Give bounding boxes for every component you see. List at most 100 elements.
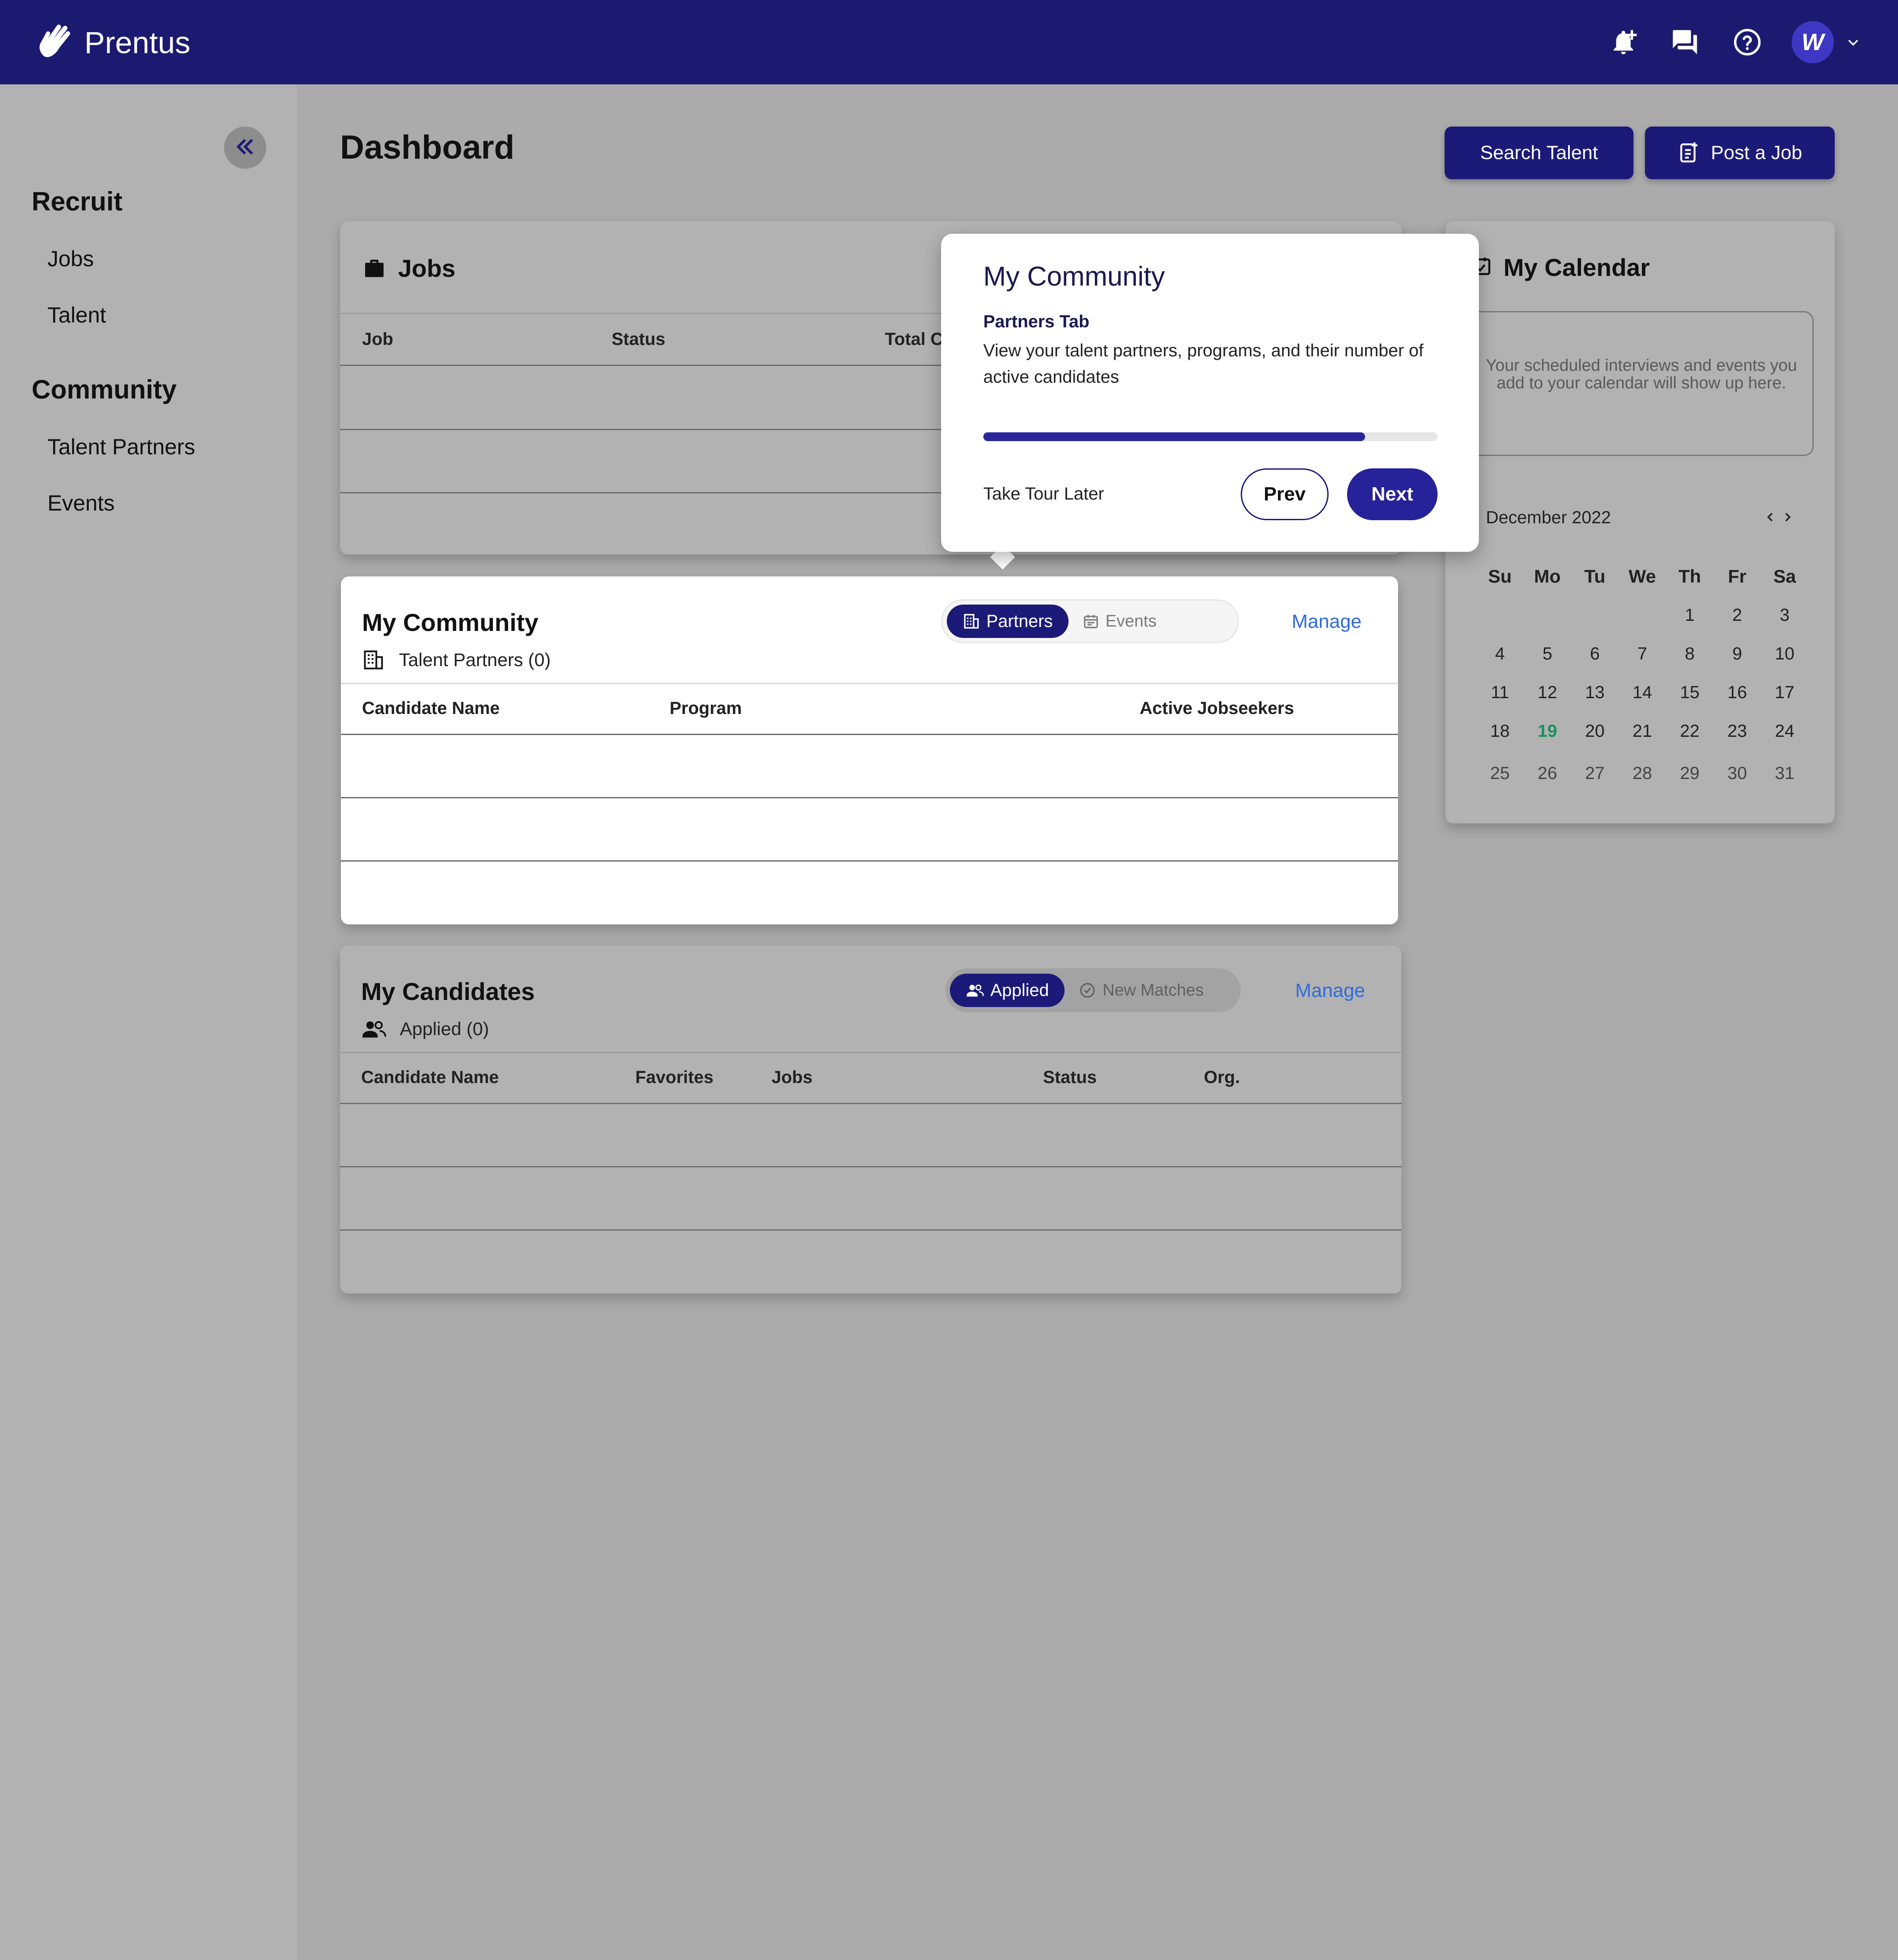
sidebar-item-events[interactable]: Events — [47, 490, 115, 516]
calendar-day[interactable]: 16 — [1713, 683, 1761, 703]
calendar-day[interactable]: 21 — [1619, 721, 1666, 741]
calendar-day[interactable]: 12 — [1524, 683, 1571, 703]
sidebar-item-talent[interactable]: Talent — [47, 302, 106, 328]
chevron-down-icon[interactable] — [1836, 21, 1871, 63]
calendar-day[interactable]: 14 — [1619, 683, 1666, 703]
page-title: Dashboard — [340, 129, 514, 166]
search-talent-label: Search Talent — [1480, 142, 1598, 163]
calendar-day-today[interactable]: 19 — [1524, 721, 1571, 741]
tour-progress-fill — [983, 432, 1365, 441]
help-icon[interactable] — [1728, 21, 1767, 63]
column-header-jobs: Jobs — [772, 1068, 813, 1087]
sidebar-item-jobs[interactable]: Jobs — [47, 246, 94, 272]
tab-applied[interactable]: Applied — [950, 974, 1065, 1007]
calendar-grid: Su Mo Tu We Th Fr Sa 1 2 3 4 5 6 7 8 9 1… — [1476, 557, 1810, 796]
calendar-week-row: 11 12 13 14 15 16 17 — [1476, 673, 1810, 712]
check-circle-icon — [1079, 982, 1096, 999]
calendar-day[interactable]: 2 — [1713, 605, 1761, 625]
divider — [340, 1052, 1402, 1053]
calendar-day[interactable]: 30 — [1713, 764, 1761, 783]
tab-partners-label: Partners — [986, 611, 1053, 631]
sidebar-section-recruit: Recruit — [32, 187, 123, 216]
calendar-day[interactable]: 10 — [1761, 644, 1808, 664]
calendar-day[interactable]: 5 — [1524, 644, 1571, 664]
calendar-month-label: December 2022 — [1486, 508, 1611, 527]
column-header-program: Program — [670, 699, 742, 718]
calendar-day[interactable]: 13 — [1571, 683, 1619, 703]
table-row — [340, 1103, 1402, 1104]
calendar-day[interactable]: 29 — [1666, 764, 1713, 783]
calendar-day[interactable]: 3 — [1761, 605, 1808, 625]
calendar-day[interactable]: 27 — [1571, 764, 1619, 783]
calendar-day[interactable]: 1 — [1666, 605, 1713, 625]
column-header-job: Job — [362, 330, 394, 349]
chevron-right-icon[interactable] — [1780, 510, 1795, 527]
post-job-button[interactable]: Post a Job — [1645, 127, 1835, 179]
calendar-day[interactable]: 20 — [1571, 721, 1619, 741]
take-tour-later-link[interactable]: Take Tour Later — [983, 484, 1104, 504]
tab-events[interactable]: Events — [1069, 605, 1170, 638]
calendar-day[interactable]: 17 — [1761, 683, 1808, 703]
calendar-day[interactable]: 22 — [1666, 721, 1713, 741]
sidebar-item-talent-partners[interactable]: Talent Partners — [47, 434, 195, 460]
applied-count: Applied (0) — [361, 1018, 489, 1040]
calendar-day[interactable]: 18 — [1476, 721, 1524, 741]
calendar-day[interactable]: 23 — [1713, 721, 1761, 741]
weekday-label: Fr — [1728, 566, 1746, 587]
building-icon — [963, 612, 980, 630]
tour-popover: My Community Partners Tab View your tale… — [941, 234, 1479, 552]
talent-partners-label: Talent Partners (0) — [399, 649, 551, 670]
tab-new-matches-label: New Matches — [1102, 981, 1204, 1000]
calendar-day[interactable]: 26 — [1524, 764, 1571, 783]
double-chevron-left-icon — [233, 135, 257, 161]
calendar-week-row: 18 19 20 21 22 23 24 — [1476, 712, 1810, 750]
jobs-card-title: Jobs — [398, 254, 456, 282]
brand-logo[interactable]: Prentus — [34, 21, 190, 64]
brand-name: Prentus — [84, 25, 191, 60]
avatar[interactable]: W — [1792, 21, 1834, 63]
column-header-total: Total C — [885, 330, 943, 349]
calendar-day[interactable]: 8 — [1666, 644, 1713, 664]
post-job-label: Post a Job — [1711, 142, 1802, 163]
next-button[interactable]: Next — [1347, 468, 1438, 520]
calendar-day[interactable]: 9 — [1713, 644, 1761, 664]
building-icon — [362, 649, 385, 671]
calendar-day[interactable]: 31 — [1761, 764, 1808, 783]
calendar-day[interactable]: 28 — [1619, 764, 1666, 783]
calendar-day[interactable]: 7 — [1619, 644, 1666, 664]
calendar-day[interactable]: 25 — [1476, 764, 1524, 783]
column-header-active-jobseekers: Active Jobseekers — [1140, 699, 1294, 718]
post-job-icon — [1677, 141, 1700, 164]
chat-icon[interactable] — [1665, 21, 1705, 63]
community-manage-link[interactable]: Manage — [1292, 611, 1362, 633]
tab-partners[interactable]: Partners — [947, 605, 1069, 638]
weekday-label: Tu — [1584, 566, 1606, 587]
tab-new-matches[interactable]: New Matches — [1065, 974, 1217, 1007]
tour-title: My Community — [983, 261, 1165, 292]
table-row — [340, 1166, 1402, 1167]
table-row — [341, 797, 1398, 798]
bell-plus-icon[interactable] — [1604, 21, 1643, 63]
community-card: My Community Talent Partners (0) Partner… — [341, 576, 1398, 924]
column-header-status: Status — [1043, 1068, 1097, 1087]
candidates-manage-link[interactable]: Manage — [1295, 980, 1365, 1002]
prev-button[interactable]: Prev — [1241, 468, 1329, 520]
search-talent-button[interactable]: Search Talent — [1445, 127, 1634, 179]
calendar-day[interactable]: 15 — [1666, 683, 1713, 703]
weekday-label: Th — [1678, 566, 1701, 587]
weekday-label: Su — [1488, 566, 1512, 587]
calendar-day[interactable]: 4 — [1476, 644, 1524, 664]
applied-label: Applied (0) — [400, 1018, 489, 1039]
weekday-label: Sa — [1773, 566, 1796, 587]
weekday-label: Mo — [1534, 566, 1561, 587]
chevron-left-icon[interactable] — [1763, 510, 1778, 527]
calendar-day[interactable]: 24 — [1761, 721, 1808, 741]
column-header-favorites: Favorites — [635, 1068, 714, 1087]
collapse-sidebar-button[interactable] — [224, 127, 266, 169]
column-header-candidate-name: Candidate Name — [362, 699, 500, 718]
hand-wave-icon — [34, 21, 75, 64]
calendar-empty-text: Your scheduled interviews and events you… — [1485, 356, 1797, 392]
calendar-day[interactable]: 11 — [1476, 683, 1524, 703]
top-nav-bar: Prentus W — [0, 0, 1898, 84]
calendar-day[interactable]: 6 — [1571, 644, 1619, 664]
